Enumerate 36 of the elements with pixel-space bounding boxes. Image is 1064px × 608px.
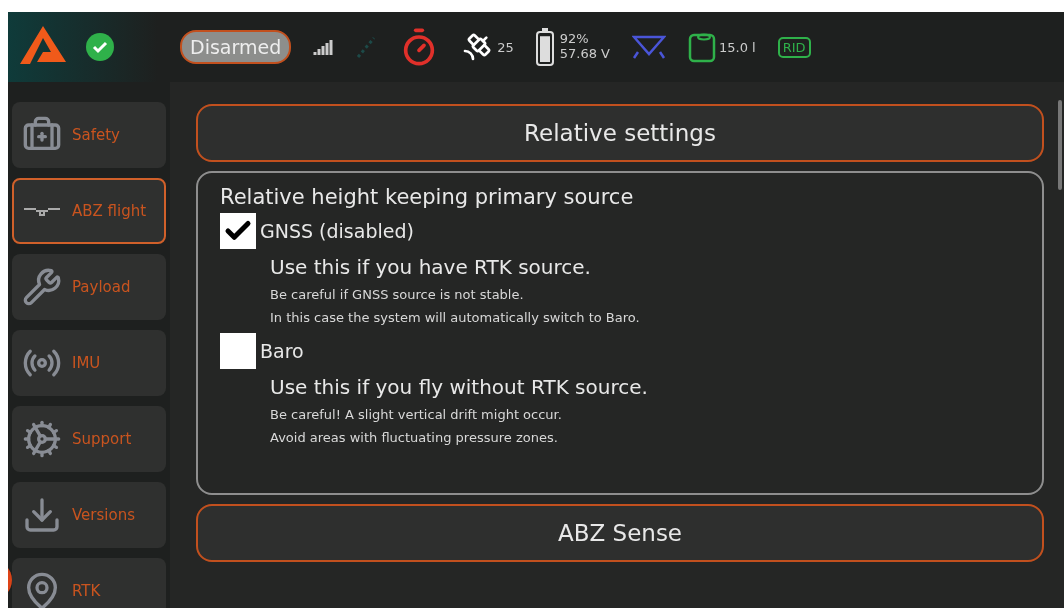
section-header[interactable]: ABZ Sense bbox=[196, 504, 1044, 562]
sidebar-item[interactable]: Payload bbox=[12, 254, 166, 320]
triangle-icon bbox=[632, 34, 666, 60]
signal-icon bbox=[313, 39, 334, 55]
download-icon bbox=[22, 495, 62, 535]
tank-volume: 15.0 l bbox=[719, 39, 756, 55]
dotted-link-icon bbox=[355, 35, 378, 59]
sidebar-item[interactable]: RTK bbox=[12, 558, 166, 608]
option-note: Be careful if GNSS source is not stable. bbox=[270, 286, 525, 304]
sidebar-item[interactable]: IMU bbox=[12, 330, 166, 396]
battery-icon bbox=[535, 28, 554, 66]
drone-icon bbox=[22, 205, 62, 217]
rid-badge: RID bbox=[777, 36, 811, 58]
option-label: GNSS (disabled) bbox=[260, 220, 414, 242]
option-headline: Use this if you have RTK source. bbox=[270, 255, 592, 279]
option-note: Avoid areas with fluctuating pressure zones. bbox=[270, 429, 559, 447]
option-label: Baro bbox=[260, 340, 304, 362]
battery-voltage: 57.68 V bbox=[559, 47, 610, 62]
satellite-count: 25 bbox=[497, 39, 514, 55]
option-note: Be careful! A slight vertical drift might occur. bbox=[270, 406, 563, 424]
checkbox[interactable] bbox=[220, 333, 256, 369]
arm-state-button[interactable]: Disarmed bbox=[180, 30, 292, 64]
sidebar-item[interactable]: ABZ flight bbox=[12, 178, 166, 244]
gear-icon bbox=[22, 419, 62, 459]
sidebar-item[interactable]: Versions bbox=[12, 482, 166, 548]
option-headline: Use this if you fly without RTK source. bbox=[270, 375, 649, 399]
sidebar-item[interactable]: Safety bbox=[12, 102, 166, 168]
tank-icon bbox=[688, 31, 716, 63]
sidebar-item[interactable]: Support bbox=[12, 406, 166, 472]
checkbox[interactable] bbox=[220, 213, 256, 249]
scrollbar[interactable] bbox=[1058, 100, 1062, 190]
group-title: Relative height keeping primary source bbox=[220, 185, 635, 209]
battery-percent: 92% bbox=[559, 32, 590, 47]
option-note: In this case the system will automatically switch to Baro. bbox=[270, 309, 641, 327]
wrench-icon bbox=[22, 267, 62, 307]
section-header[interactable]: Relative settings bbox=[196, 104, 1044, 162]
